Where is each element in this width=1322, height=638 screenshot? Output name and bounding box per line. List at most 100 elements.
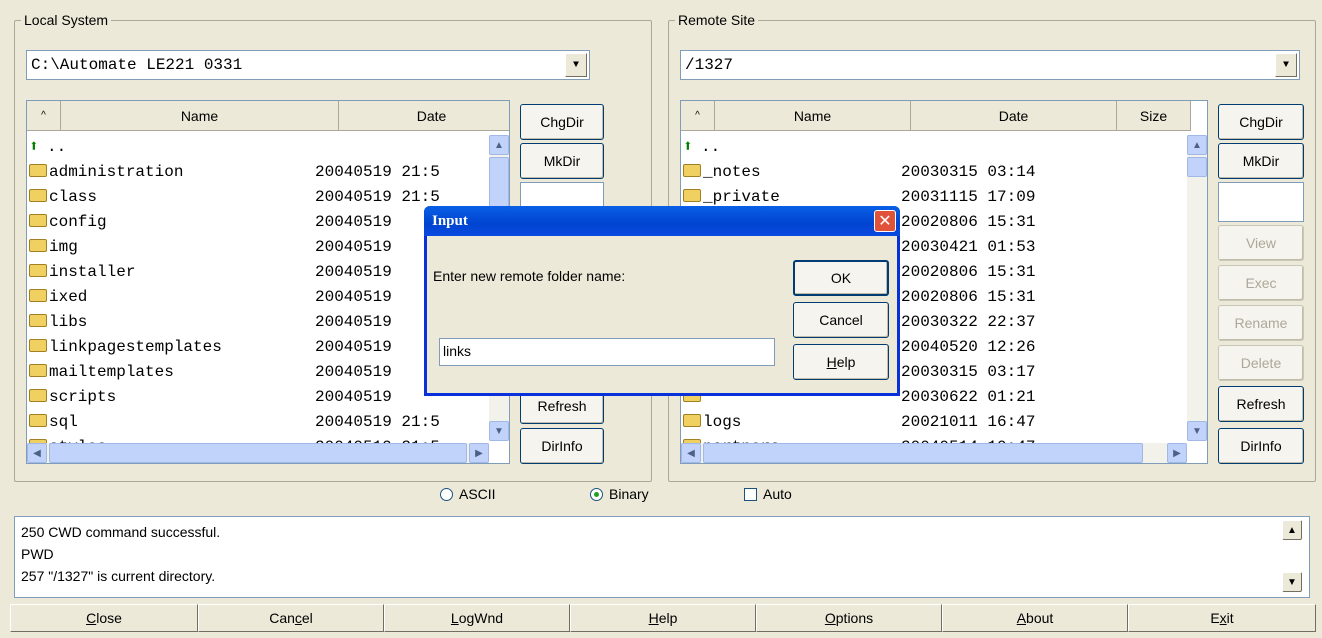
local-col-date[interactable]: Date <box>339 101 509 131</box>
local-mkdir-button[interactable]: MkDir <box>520 143 604 179</box>
folder-icon <box>29 314 47 327</box>
button-label-rest: el <box>301 610 313 626</box>
list-item[interactable]: ⬆.. <box>29 135 487 160</box>
remote-col-name[interactable]: Name <box>715 101 911 131</box>
local-chgdir-button[interactable]: ChgDir <box>520 104 604 140</box>
list-item[interactable]: installer 20040519 <box>29 260 487 285</box>
remote-hscroll[interactable]: ◀ ▶ <box>681 443 1187 463</box>
binary-radio[interactable]: Binary <box>590 486 649 502</box>
button-label-rest: ogWnd <box>458 610 504 626</box>
help-button[interactable]: Help <box>570 604 756 632</box>
item-name: linkpagestemplates <box>29 335 222 360</box>
dialog-ok-button[interactable]: OK <box>793 260 889 296</box>
folder-icon <box>683 189 701 202</box>
folder-name-input[interactable]: links <box>439 338 775 366</box>
local-hscroll-thumb[interactable] <box>49 443 467 463</box>
list-item[interactable]: img 20040519 <box>29 235 487 260</box>
log-scroll-down-icon[interactable]: ▼ <box>1282 572 1302 592</box>
item-date: 20030315 03:17 <box>901 363 1036 381</box>
remote-rename-button[interactable]: Rename <box>1218 305 1304 341</box>
sort-icon[interactable]: ^ <box>681 101 715 131</box>
remote-hscroll-thumb[interactable] <box>703 443 1143 463</box>
scroll-right-icon[interactable]: ▶ <box>1167 443 1187 463</box>
scroll-left-icon[interactable]: ◀ <box>27 443 47 463</box>
item-name: ⬆.. <box>683 135 720 160</box>
local-vscroll-thumb[interactable] <box>489 157 509 209</box>
item-name-text: scripts <box>49 388 117 406</box>
remote-filter-input[interactable] <box>1218 182 1304 222</box>
dialog-help-button[interactable]: Help <box>793 344 889 380</box>
scroll-right-icon[interactable]: ▶ <box>469 443 489 463</box>
remote-vscroll[interactable]: ▲ ▼ <box>1187 135 1207 441</box>
dialog-title-bar[interactable]: Input ✕ <box>424 206 900 236</box>
remote-refresh-button[interactable]: Refresh <box>1218 386 1304 422</box>
list-item[interactable]: scripts 20040519 <box>29 385 487 410</box>
exit-button[interactable]: Ex it <box>1128 604 1316 632</box>
log-window[interactable]: 250 CWD command successful. PWD 257 "/1327… <box>14 516 1310 598</box>
list-item[interactable]: sql 20040519 21:5 <box>29 410 487 435</box>
list-item[interactable]: linkpagestemplates 20040519 <box>29 335 487 360</box>
folder-icon <box>29 414 47 427</box>
sort-icon[interactable]: ^ <box>27 101 61 131</box>
local-col-name[interactable]: Name <box>61 101 339 131</box>
item-date: 20030421 01:53 <box>901 238 1036 256</box>
log-line: PWD <box>21 546 54 562</box>
about-button[interactable]: About <box>942 604 1128 632</box>
list-item[interactable]: config 20040519 <box>29 210 487 235</box>
remote-col-size[interactable]: Size <box>1117 101 1191 131</box>
scroll-left-icon[interactable]: ◀ <box>681 443 701 463</box>
chevron-down-icon[interactable]: ▼ <box>565 53 587 77</box>
options-button[interactable]: Options <box>756 604 942 632</box>
item-name-text: ixed <box>49 288 88 306</box>
remote-delete-button[interactable]: Delete <box>1218 345 1304 381</box>
list-item[interactable]: ixed 20040519 <box>29 285 487 310</box>
list-item[interactable]: administration 20040519 21:5 <box>29 160 487 185</box>
list-item[interactable]: logs 20021011 16:47 <box>683 410 1185 435</box>
remote-vscroll-thumb[interactable] <box>1187 157 1207 177</box>
list-item[interactable]: mailtemplates 20040519 <box>29 360 487 385</box>
remote-chgdir-button[interactable]: ChgDir <box>1218 104 1304 140</box>
remote-view-button[interactable]: View <box>1218 225 1304 261</box>
list-item[interactable]: libs 20040519 <box>29 310 487 335</box>
item-date: 20020806 15:31 <box>901 213 1036 231</box>
log-scroll-up-icon[interactable]: ▲ <box>1282 520 1302 540</box>
remote-mkdir-button[interactable]: MkDir <box>1218 143 1304 179</box>
local-path-combo[interactable]: C:\Automate LE221 0331 ▼ <box>26 50 590 80</box>
item-name: mailtemplates <box>29 360 174 385</box>
close-icon[interactable]: ✕ <box>874 210 896 232</box>
remote-exec-button[interactable]: Exec <box>1218 265 1304 301</box>
remote-path-combo[interactable]: /1327 ▼ <box>680 50 1300 80</box>
item-date: 20040519 <box>315 313 392 331</box>
item-date: 20040520 12:26 <box>901 338 1036 356</box>
close-button[interactable]: Close <box>10 604 198 632</box>
item-name-text: administration <box>49 163 184 181</box>
scroll-up-icon[interactable]: ▲ <box>489 135 509 155</box>
local-dirinfo-button[interactable]: DirInfo <box>520 428 604 464</box>
scroll-up-icon[interactable]: ▲ <box>1187 135 1207 155</box>
list-item[interactable]: _notes 20030315 03:14 <box>683 160 1185 185</box>
item-name-text: installer <box>49 263 136 281</box>
auto-checkbox[interactable]: Auto <box>744 486 792 502</box>
item-date: 20031115 17:09 <box>901 188 1036 206</box>
folder-icon <box>29 264 47 277</box>
remote-dirinfo-button[interactable]: DirInfo <box>1218 428 1304 464</box>
item-name: installer <box>29 260 135 285</box>
list-item[interactable]: ⬆.. <box>683 135 1185 160</box>
button-mnemonic: A <box>1016 610 1027 626</box>
scroll-down-icon[interactable]: ▼ <box>1187 421 1207 441</box>
ascii-radio[interactable]: ASCII <box>440 486 496 502</box>
chevron-down-icon[interactable]: ▼ <box>1275 53 1297 77</box>
dialog-cancel-button[interactable]: Cancel <box>793 302 889 338</box>
scroll-down-icon[interactable]: ▼ <box>489 421 509 441</box>
local-hscroll[interactable]: ◀ ▶ <box>27 443 489 463</box>
logwnd-button[interactable]: LogWnd <box>384 604 570 632</box>
button-label-pre: Can <box>269 610 295 626</box>
log-line: 250 CWD command successful. <box>21 524 221 540</box>
log-line: 257 "/1327" is current directory. <box>21 568 216 584</box>
remote-col-date[interactable]: Date <box>911 101 1117 131</box>
cancel-button[interactable]: Can c el <box>198 604 384 632</box>
item-date: 20040519 21:5 <box>315 413 450 431</box>
up-arrow-icon: ⬆ <box>683 138 693 156</box>
folder-icon <box>29 239 47 252</box>
list-item[interactable]: class 20040519 21:5 <box>29 185 487 210</box>
